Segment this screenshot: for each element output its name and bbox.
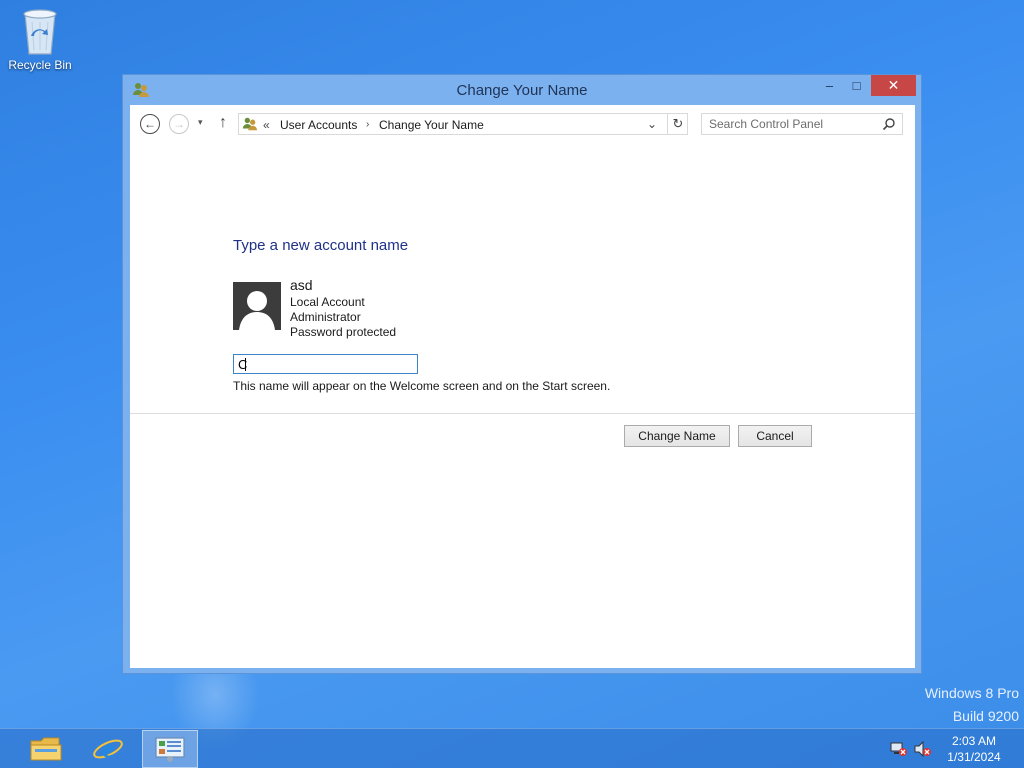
new-account-name-input[interactable] — [233, 354, 418, 374]
control-panel-icon — [242, 116, 258, 132]
clock-time: 2:03 AM — [951, 734, 997, 748]
window-titlebar[interactable]: Change Your Name – □ ✕ — [123, 75, 921, 105]
address-dropdown-icon[interactable]: ⌄ — [647, 117, 657, 131]
search-icon[interactable] — [882, 117, 896, 131]
cancel-button[interactable]: Cancel — [738, 425, 812, 447]
window-title: Change Your Name — [456, 82, 588, 99]
search-input[interactable] — [702, 114, 878, 134]
account-role: Administrator — [290, 310, 361, 324]
breadcrumb-change-your-name[interactable]: Change Your Name — [379, 118, 484, 132]
svg-text:e: e — [102, 734, 114, 763]
minimize-button[interactable]: – — [816, 75, 843, 96]
desktop-icon-label: Recycle Bin — [8, 58, 72, 72]
up-button[interactable]: ↑ — [219, 114, 227, 132]
taskbar-control-panel[interactable] — [142, 730, 198, 768]
recent-locations-button[interactable]: ▾ — [198, 117, 203, 128]
refresh-button[interactable]: ↻ — [667, 114, 688, 134]
maximize-button[interactable]: □ — [843, 75, 870, 96]
taskbar-file-explorer[interactable] — [18, 730, 74, 768]
breadcrumb-overflow[interactable]: « — [263, 118, 270, 132]
control-panel-icon — [155, 737, 185, 762]
user-avatar — [233, 282, 281, 330]
windows-build-text: Build 9200 — [952, 708, 1019, 724]
system-clock[interactable]: 2:03 AM 1/31/2024 — [944, 733, 1004, 765]
search-box — [701, 113, 903, 135]
back-arrow-icon: ← — [144, 117, 156, 131]
change-your-name-window: Change Your Name – □ ✕ ← → ▾ ↑ « User Ac… — [122, 74, 922, 674]
page-heading: Type a new account name — [233, 237, 409, 254]
taskbar: e 2:03 AM 1/31/2024 — [0, 728, 1024, 768]
forward-arrow-icon: → — [173, 117, 185, 131]
back-button[interactable]: ← — [140, 114, 160, 134]
window-content: ← → ▾ ↑ « User Accounts › Change Your Na… — [130, 105, 915, 668]
text-caret — [245, 358, 246, 371]
name-hint-text: This name will appear on the Welcome scr… — [233, 379, 611, 393]
network-disconnected-icon[interactable] — [890, 741, 908, 757]
windows-edition-text: Windows 8 Pro — [924, 685, 1019, 701]
breadcrumb-separator-icon[interactable]: › — [366, 119, 369, 130]
breadcrumb-user-accounts[interactable]: User Accounts — [280, 118, 357, 132]
user-silhouette-icon — [239, 291, 275, 330]
section-divider — [130, 413, 915, 414]
file-explorer-icon — [30, 737, 62, 761]
address-bar[interactable]: « User Accounts › Change Your Name ⌄ ↻ — [238, 113, 688, 135]
clock-date: 1/31/2024 — [947, 750, 1001, 764]
account-password-status: Password protected — [290, 325, 397, 339]
change-name-button[interactable]: Change Name — [624, 425, 730, 447]
desktop-icon-recycle-bin[interactable]: Recycle Bin — [4, 6, 76, 72]
taskbar-internet-explorer[interactable]: e — [80, 730, 136, 768]
account-name: asd — [290, 277, 313, 293]
recycle-bin-icon — [18, 6, 62, 56]
account-type: Local Account — [290, 295, 365, 309]
navigation-bar: ← → ▾ ↑ « User Accounts › Change Your Na… — [130, 105, 915, 141]
close-button[interactable]: ✕ — [871, 75, 916, 96]
forward-button[interactable]: → — [169, 114, 189, 134]
internet-explorer-icon: e — [93, 734, 123, 763]
volume-muted-icon[interactable] — [914, 740, 932, 758]
